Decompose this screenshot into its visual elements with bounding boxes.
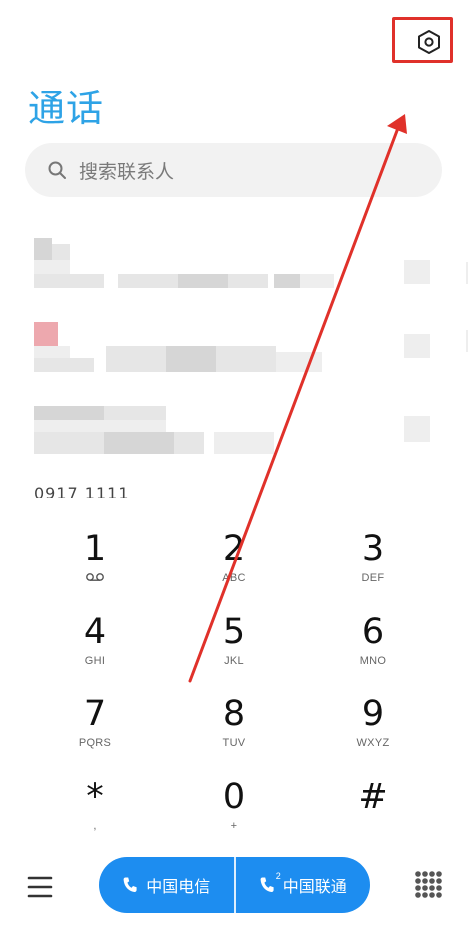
recent-calls-list	[0, 228, 468, 498]
call-sim2-button[interactable]: 2 中国联通	[236, 857, 371, 913]
call-sim1-label: 中国电信	[146, 877, 211, 896]
keypad-grid-icon	[415, 871, 442, 898]
settings-button[interactable]	[400, 18, 458, 66]
dial-key-0[interactable]: 0 +	[174, 776, 294, 854]
search-placeholder: 搜索联系人	[79, 160, 175, 183]
phone-icon	[260, 877, 274, 893]
dial-key-star[interactable]: * ,	[35, 776, 155, 854]
call-divider	[233, 857, 236, 913]
voicemail-icon	[86, 573, 104, 581]
dial-key-1[interactable]: 1	[35, 528, 155, 606]
recent-call-item[interactable]	[0, 238, 468, 318]
keypad-toggle-button[interactable]	[414, 870, 442, 900]
settings-hexagon-icon	[418, 30, 440, 54]
page-title: 通话	[28, 87, 104, 130]
phone-icon	[123, 877, 137, 893]
dial-key-7[interactable]: 7 PQRS	[35, 693, 155, 771]
call-button-group: 中国电信 2 中国联通	[99, 857, 370, 913]
dial-key-3[interactable]: 3 DEF	[313, 528, 433, 606]
dial-key-8[interactable]: 8 TUV	[174, 693, 294, 771]
recent-call-item[interactable]	[0, 322, 468, 402]
recent-call-partial-number: 0917 1111 1790	[34, 486, 130, 498]
recent-call-item[interactable]	[0, 406, 468, 486]
dial-key-2[interactable]: 2 ABC	[174, 528, 294, 606]
dial-key-5[interactable]: 5 JKL	[174, 611, 294, 689]
call-sim1-button[interactable]: 中国电信	[99, 857, 234, 913]
dial-key-6[interactable]: 6 MNO	[313, 611, 433, 689]
dial-key-hash[interactable]: #	[313, 776, 433, 854]
sim-number: 2	[275, 871, 281, 881]
menu-icon	[27, 876, 53, 898]
search-icon	[48, 161, 66, 179]
dial-key-4[interactable]: 4 GHI	[35, 611, 155, 689]
call-sim2-label: 中国联通	[282, 877, 347, 896]
dial-key-9[interactable]: 9 WXYZ	[313, 693, 433, 771]
menu-button[interactable]	[24, 872, 56, 902]
search-input[interactable]: 搜索联系人	[25, 143, 442, 197]
